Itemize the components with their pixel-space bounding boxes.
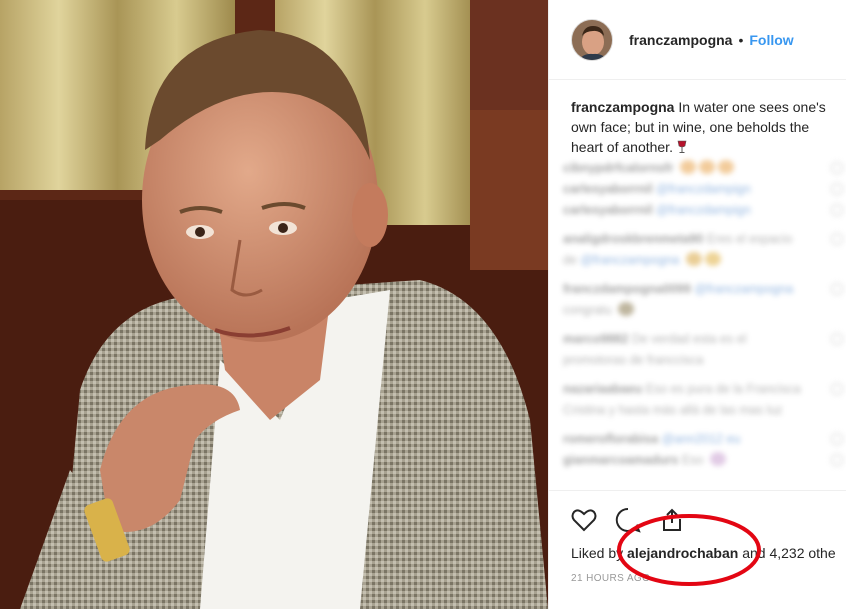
comment-item: Cristina y hasta más allá de las mas luz xyxy=(563,403,783,417)
action-icons xyxy=(569,505,687,535)
comment-item: nazariaabaeu Eso es pura de la Francisca xyxy=(563,379,846,400)
wine-glass-icon xyxy=(677,140,687,153)
comment-item: congratu xyxy=(563,300,846,321)
like-button[interactable] xyxy=(569,505,599,535)
share-icon xyxy=(663,508,681,531)
comment-item: promotoras de franccisca xyxy=(563,353,704,367)
comments-list: cibnypdrfcalornsfr carlesyaborrnil @fran… xyxy=(563,158,846,471)
comment-item: romeroflorabisa @ann2012 eu xyxy=(563,429,846,450)
comment-item: franczdampogna0099 @franczampogna xyxy=(563,279,846,300)
heart-icon xyxy=(571,509,597,532)
post-caption: franczampogna In water one sees one's ow… xyxy=(571,97,841,157)
avatar[interactable] xyxy=(571,18,613,61)
post-photo[interactable] xyxy=(0,0,548,609)
avatar-image xyxy=(572,19,612,60)
likes-line: Liked by alejandrochaban and 4,232 othe xyxy=(571,545,836,561)
portrait-image xyxy=(0,0,548,609)
likes-prefix: Liked by xyxy=(571,545,624,561)
comment-icon xyxy=(615,507,641,533)
likes-user[interactable]: alejandrochaban xyxy=(627,545,738,561)
comment-item: gianmarcoamadurs Eso xyxy=(563,450,846,471)
header-separator: • xyxy=(738,31,744,48)
share-button[interactable] xyxy=(657,505,687,535)
comment-item: marco9882 De verdad esta es el xyxy=(563,329,846,350)
post-actions: Liked by alejandrochaban and 4,232 othe … xyxy=(549,490,846,609)
likes-suffix[interactable]: and 4,232 othe xyxy=(742,545,835,561)
comment-item: de @franczampogna xyxy=(563,250,846,271)
comment-item: carlesyaborrnil @franczdampign xyxy=(563,179,846,200)
follow-button[interactable]: Follow xyxy=(749,32,793,48)
post-header: franczampogna • Follow xyxy=(549,0,846,80)
post-timestamp[interactable]: 21 HOURS AGO xyxy=(571,573,650,584)
comment-button[interactable] xyxy=(613,505,643,535)
comment-item: cibnypdrfcalornsfr xyxy=(563,158,846,179)
comment-item: analigdroskbrenmeta90 Eres el espacio xyxy=(563,229,846,250)
comment-item: carlesyaborrnil @franczdampign xyxy=(563,200,846,221)
caption-username[interactable]: franczampogna xyxy=(571,99,674,115)
post-side-panel: franczampogna • Follow franczampogna In … xyxy=(548,0,846,609)
header-username[interactable]: franczampogna xyxy=(629,32,732,48)
